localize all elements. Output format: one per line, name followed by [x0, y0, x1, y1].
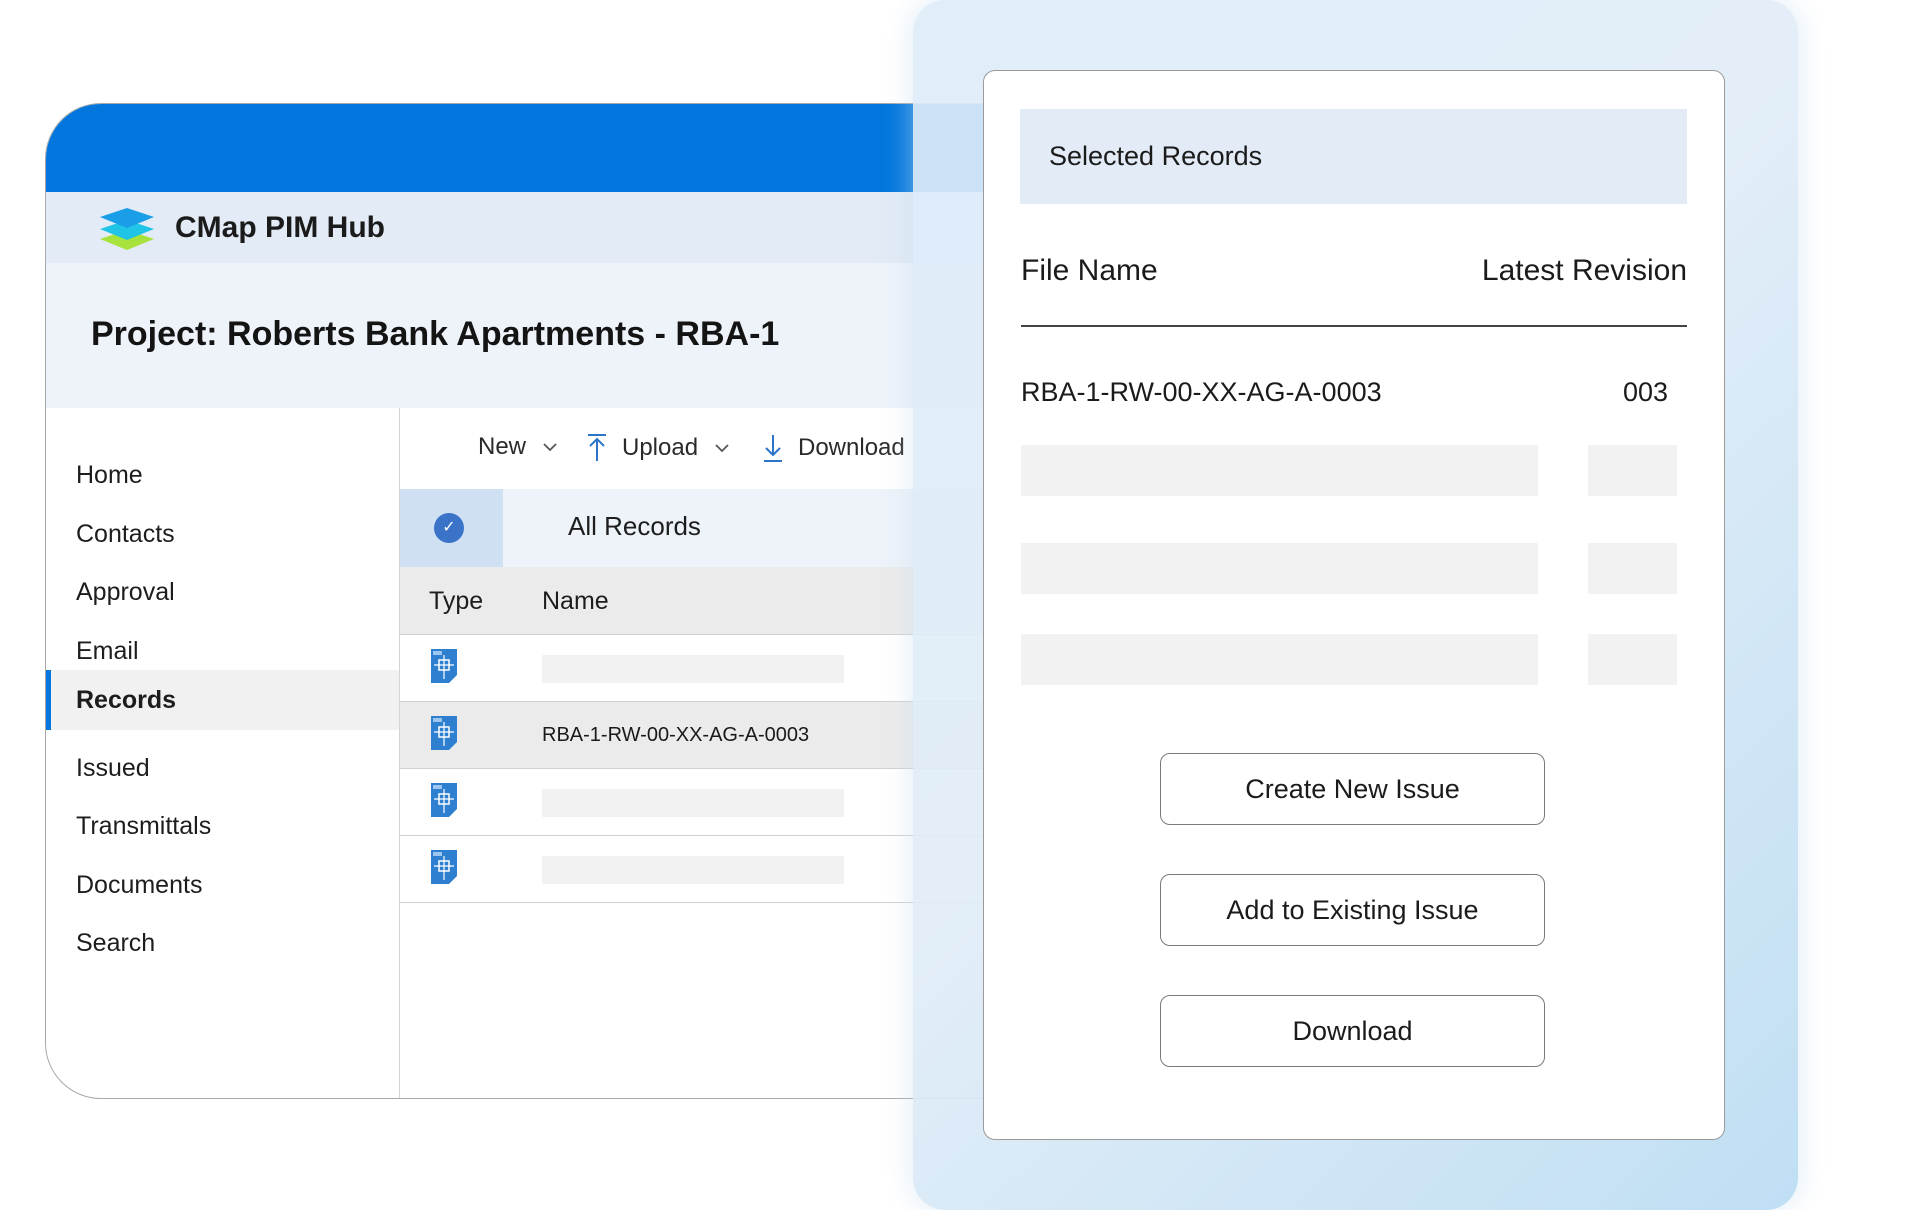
sidebar-item-home[interactable]: Home — [46, 445, 399, 505]
name-placeholder — [542, 789, 844, 817]
sidebar-item-approval[interactable]: Approval — [46, 562, 399, 622]
sidebar-item-contacts[interactable]: Contacts — [46, 504, 399, 564]
upload-label: Upload — [622, 434, 699, 461]
dwg-file-icon — [431, 783, 457, 817]
column-latest-revision: Latest Revision — [1481, 254, 1687, 287]
file-name[interactable]: RBA-1-RW-00-XX-AG-A-0003 — [542, 724, 809, 747]
column-file-name: File Name — [1021, 254, 1158, 287]
record-placeholder — [1021, 634, 1538, 685]
revision-placeholder — [1588, 543, 1677, 594]
revision-placeholder — [1588, 634, 1677, 685]
revision-placeholder — [1588, 445, 1677, 496]
selected-records-panel: Selected Records File Name Latest Revisi… — [983, 70, 1725, 1140]
chevron-down-icon — [715, 444, 729, 453]
selected-record-name: RBA-1-RW-00-XX-AG-A-0003 — [1021, 377, 1382, 407]
check-icon[interactable]: ✓ — [434, 513, 464, 543]
dwg-file-icon — [431, 850, 457, 884]
select-all-cell[interactable]: ✓ — [400, 489, 503, 567]
page-title: Project: Roberts Bank Apartments - RBA-1 — [91, 315, 780, 353]
record-placeholder — [1021, 445, 1538, 496]
add-to-existing-issue-button[interactable]: Add to Existing Issue — [1160, 874, 1545, 946]
sidebar: Home Contacts Approval Email Records Iss… — [46, 408, 400, 1098]
panel-title: Selected Records — [1049, 141, 1263, 171]
download-button[interactable]: Download — [1160, 995, 1545, 1067]
layers-logo-icon — [100, 208, 154, 250]
sidebar-item-transmittals[interactable]: Transmittals — [46, 796, 399, 856]
dwg-file-icon — [431, 716, 457, 750]
header-divider — [1021, 325, 1687, 327]
download-label: Download — [798, 434, 905, 461]
new-button[interactable]: New — [478, 433, 558, 461]
panel-header: Selected Records — [1020, 109, 1687, 204]
name-placeholder — [542, 655, 844, 683]
upload-button[interactable]: Upload — [586, 433, 730, 463]
selected-record-revision: 003 — [1622, 377, 1668, 407]
brand-name: CMap PIM Hub — [175, 211, 385, 244]
sidebar-item-records[interactable]: Records — [46, 670, 399, 730]
column-name[interactable]: Name — [542, 587, 609, 616]
dwg-file-icon — [431, 649, 457, 683]
create-new-issue-button[interactable]: Create New Issue — [1160, 753, 1545, 825]
sidebar-item-documents[interactable]: Documents — [46, 855, 399, 915]
download-arrow-icon — [764, 435, 782, 462]
record-placeholder — [1021, 543, 1538, 594]
column-type[interactable]: Type — [429, 587, 483, 616]
upload-arrow-icon — [588, 434, 606, 461]
download-toolbar-button[interactable]: Download — [762, 433, 905, 463]
name-placeholder — [542, 856, 844, 884]
chevron-down-icon — [543, 443, 557, 452]
sidebar-item-search[interactable]: Search — [46, 913, 399, 973]
all-records-label: All Records — [568, 511, 701, 541]
sidebar-item-issued[interactable]: Issued — [46, 738, 399, 798]
new-label: New — [478, 433, 527, 460]
